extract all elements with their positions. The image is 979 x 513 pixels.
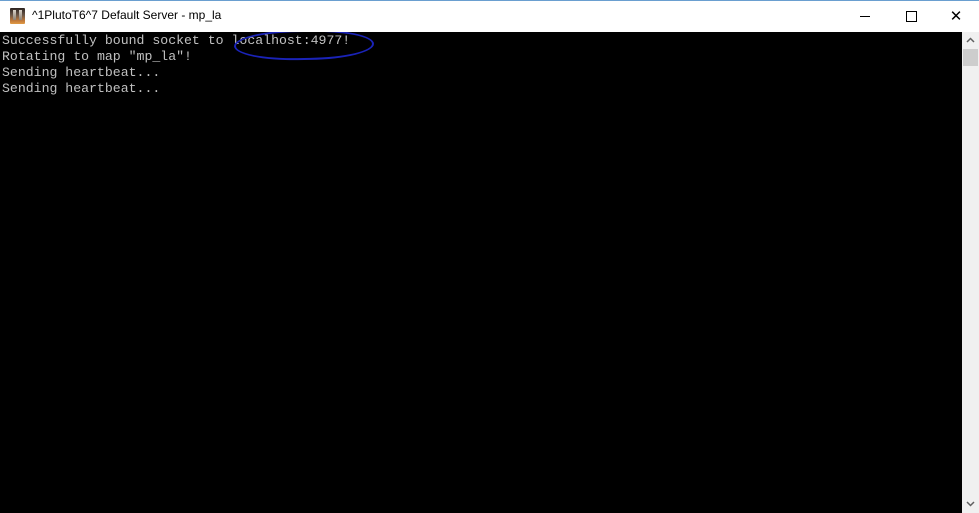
close-button[interactable]: ✕: [933, 1, 979, 31]
console-window: ^1PlutoT6^7 Default Server - mp_la ✕ Suc…: [0, 0, 979, 513]
title-bar[interactable]: ^1PlutoT6^7 Default Server - mp_la ✕: [0, 1, 979, 31]
scroll-thumb[interactable]: [963, 49, 978, 66]
console-lines: Successfully bound socket to localhost:4…: [0, 32, 962, 97]
close-icon: ✕: [949, 7, 963, 25]
pluto-app-icon[interactable]: [10, 8, 25, 24]
console-output[interactable]: Successfully bound socket to localhost:4…: [0, 32, 962, 513]
maximize-button[interactable]: [888, 1, 934, 31]
console-line: Successfully bound socket to localhost:4…: [2, 33, 351, 48]
chevron-up-icon: [966, 35, 975, 46]
scroll-up-button[interactable]: [962, 32, 979, 49]
window-title: ^1PlutoT6^7 Default Server - mp_la: [32, 8, 222, 22]
maximize-icon: [905, 10, 917, 22]
console-line: Sending heartbeat...: [2, 65, 161, 80]
minimize-icon: [860, 15, 870, 17]
chevron-down-icon: [966, 499, 975, 510]
scroll-down-button[interactable]: [962, 496, 979, 513]
console-line: Rotating to map "mp_la"!: [2, 49, 192, 64]
console-line: Sending heartbeat...: [2, 81, 161, 96]
minimize-button[interactable]: [842, 1, 888, 31]
vertical-scrollbar[interactable]: [962, 32, 979, 513]
